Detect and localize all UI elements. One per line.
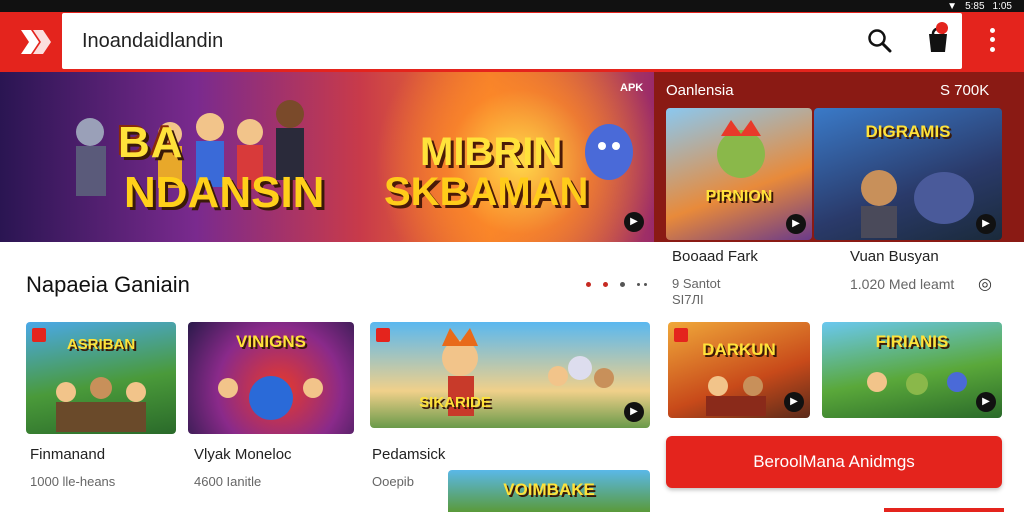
carousel-dot[interactable] xyxy=(586,282,591,287)
game-characters-art xyxy=(867,372,967,395)
side-card-thumb[interactable]: DIGRAMIS ▶ xyxy=(814,108,1002,240)
game-name[interactable]: Pedamsick xyxy=(372,446,445,463)
notification-badge xyxy=(936,22,948,34)
game-art-title: ASRIBAN xyxy=(66,336,136,353)
card-character-art xyxy=(861,170,974,238)
bottom-accent xyxy=(884,508,1004,512)
game-meta: Ooepib xyxy=(372,474,414,489)
menu-dot-icon xyxy=(989,28,995,34)
game-art-title: FIRIANIS xyxy=(875,332,949,351)
banner-title-right-2: SKBAMAN xyxy=(384,170,589,214)
side-card-meta: SI7ЛI xyxy=(672,292,704,307)
game-art-title: DARKUN xyxy=(702,340,776,359)
featured-banner[interactable]: BA NDANSIN MIBRIN SKBAMAN APK ▶ xyxy=(0,72,654,242)
menu-dot-icon xyxy=(989,37,995,43)
game-characters-art xyxy=(56,377,146,432)
play-icon[interactable]: ▶ xyxy=(784,392,804,412)
game-characters-art xyxy=(706,376,766,416)
game-card-thumb[interactable]: DARKUN ▶ xyxy=(668,322,810,418)
app-logo[interactable] xyxy=(0,12,70,72)
game-art-title: SIKARIDE xyxy=(419,394,491,411)
apk-badge-icon xyxy=(376,328,390,342)
banner-title-left-1: BA xyxy=(118,118,184,167)
partial-game-banner[interactable]: VOIMBAKE xyxy=(448,470,650,512)
side-card-name[interactable]: Booaad Fark xyxy=(672,248,758,265)
side-card-art-title: PIRNION xyxy=(705,188,773,205)
side-panel-title: Oanlensia xyxy=(666,82,734,99)
game-name[interactable]: Finmanand xyxy=(30,446,105,463)
side-card-name[interactable]: Vuan Busyan xyxy=(850,248,939,265)
play-icon[interactable]: ▶ xyxy=(624,402,644,422)
game-characters-art xyxy=(218,376,323,420)
carousel-dot[interactable] xyxy=(637,283,640,286)
side-card-meta: 9 Santot xyxy=(672,276,721,291)
banner-title-right-1: MIBRIN xyxy=(420,130,563,174)
side-card-art-title: DIGRAMIS xyxy=(865,122,951,141)
card-character-art xyxy=(717,120,765,178)
menu-dot-icon xyxy=(989,46,995,52)
banner-characters-art xyxy=(76,100,304,196)
carousel-dot[interactable] xyxy=(620,282,625,287)
carousel-dot[interactable] xyxy=(644,283,647,286)
overflow-menu-button[interactable] xyxy=(980,26,1004,54)
status-bar: ▼ 5:85 1:05 xyxy=(0,0,1024,12)
logo-icon xyxy=(21,30,51,54)
banner-title-left-2: NDANSIN xyxy=(124,168,325,217)
game-card-thumb[interactable]: VINIGNS xyxy=(188,322,354,434)
browse-button[interactable]: BeroolMana Anidmgs xyxy=(666,436,1002,488)
search-input[interactable] xyxy=(82,25,842,57)
rating-icon: ◎ xyxy=(978,276,992,293)
game-art-title: VOIMBAKE xyxy=(503,480,595,499)
side-card-meta: 1.020 Med leamt xyxy=(850,276,955,292)
banner-creature-art xyxy=(585,124,633,180)
side-card-thumb[interactable]: PIRNION ▶ xyxy=(666,108,812,240)
game-meta: 1000 lle-heans xyxy=(30,474,116,489)
game-art-title: VINIGNS xyxy=(236,332,306,351)
search-icon[interactable] xyxy=(866,27,894,55)
play-icon[interactable]: ▶ xyxy=(624,212,644,232)
play-icon[interactable]: ▶ xyxy=(976,392,996,412)
game-card-thumb[interactable]: ASRIBAN xyxy=(26,322,176,434)
search-box[interactable] xyxy=(62,13,962,69)
section-title: Napaeia Ganiain xyxy=(26,272,190,297)
carousel-dot[interactable] xyxy=(603,282,608,287)
play-icon[interactable]: ▶ xyxy=(976,214,996,234)
game-meta: 4600 Ianitle xyxy=(194,474,262,489)
apk-tag: APK xyxy=(620,82,644,94)
side-panel-count: S 700K xyxy=(940,82,990,99)
game-card-thumb[interactable]: SIKARIDE ▶ xyxy=(370,322,650,428)
play-icon[interactable]: ▶ xyxy=(786,214,806,234)
game-name[interactable]: Vlyak Moneloc xyxy=(194,446,292,463)
carousel-dots[interactable] xyxy=(586,282,647,287)
status-icons: ▼ 5:85 1:05 xyxy=(947,0,1012,12)
status-time: 1:05 xyxy=(992,0,1012,12)
status-carrier: 5:85 xyxy=(965,0,985,12)
game-card-thumb[interactable]: FIRIANIS ▶ xyxy=(822,322,1002,418)
wifi-icon: ▼ xyxy=(947,0,958,12)
